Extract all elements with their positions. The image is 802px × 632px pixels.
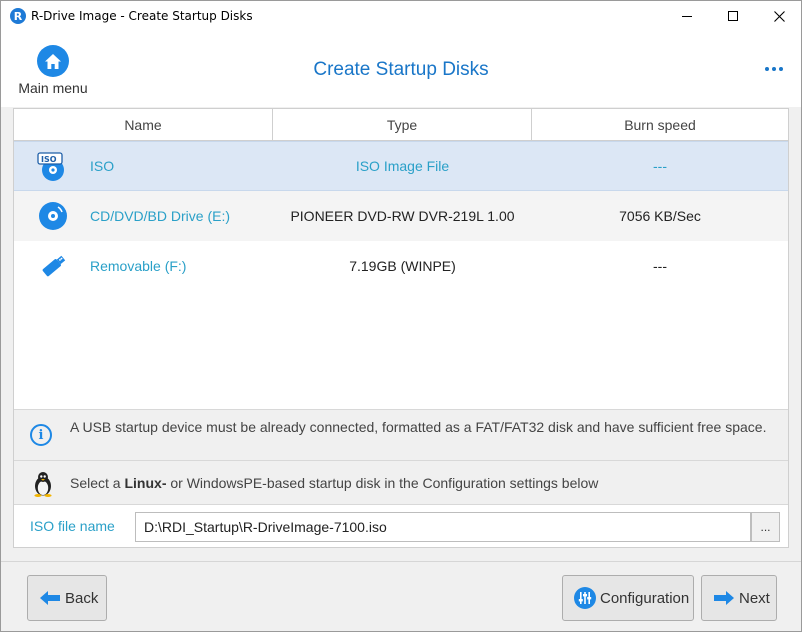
row-type: PIONEER DVD-RW DVR-219L 1.00 xyxy=(290,208,515,224)
svg-text:ISO: ISO xyxy=(41,155,57,164)
disk-panel: Name Type Burn speed ISO ISO ISO Image F… xyxy=(13,108,789,548)
linux-notice-bold: Linux- xyxy=(124,475,167,491)
settings-sliders-icon xyxy=(574,587,596,609)
more-options-button[interactable] xyxy=(759,57,789,81)
column-header-type[interactable]: Type xyxy=(273,109,532,140)
more-dots-icon xyxy=(772,67,776,71)
maximize-button[interactable] xyxy=(710,1,756,31)
iso-disc-icon: ISO xyxy=(36,151,70,183)
row-burn-speed: 7056 KB/Sec xyxy=(619,208,701,224)
window-title: R-Drive Image - Create Startup Disks xyxy=(31,9,253,23)
iso-file-label: ISO file name xyxy=(30,518,115,534)
close-icon xyxy=(773,10,785,22)
maximize-icon xyxy=(728,11,738,21)
iso-file-input[interactable] xyxy=(135,512,751,542)
linux-notice-prefix: Select a xyxy=(70,475,125,491)
row-name: Removable (F:) xyxy=(90,258,187,274)
minimize-icon xyxy=(682,15,692,17)
arrow-left-icon xyxy=(39,590,61,606)
arrow-right-icon xyxy=(713,590,735,606)
row-burn-speed: --- xyxy=(653,258,667,274)
browse-button[interactable]: ... xyxy=(751,512,780,542)
configuration-button[interactable]: Configuration xyxy=(562,575,694,621)
info-icon: i xyxy=(30,424,52,446)
iso-file-bar: ISO file name ... xyxy=(14,505,788,547)
configuration-label: Configuration xyxy=(600,589,690,607)
table-row[interactable]: Removable (F:) 7.19GB (WINPE) --- xyxy=(14,241,788,291)
usb-drive-icon xyxy=(36,250,70,282)
back-button[interactable]: Back xyxy=(27,575,107,621)
table-header: Name Type Burn speed xyxy=(14,109,788,141)
disk-list: ISO ISO ISO Image File --- CD/DVD/BD Dri… xyxy=(14,141,788,291)
linux-notice-text: Select a Linux- or WindowsPE-based start… xyxy=(70,475,598,491)
optical-disc-icon xyxy=(36,200,70,232)
usb-notice-bar: i A USB startup device must be already c… xyxy=(14,409,788,461)
row-name: ISO xyxy=(90,158,115,174)
more-dots-icon xyxy=(765,67,769,71)
close-button[interactable] xyxy=(756,1,802,31)
app-window: R R-Drive Image - Create Startup Disks M… xyxy=(0,0,802,632)
row-burn-speed: --- xyxy=(653,158,667,174)
footer-divider xyxy=(1,561,801,562)
main-menu-label: Main menu xyxy=(18,80,88,96)
back-label: Back xyxy=(65,589,99,607)
usb-notice-text: A USB startup device must be already con… xyxy=(70,419,767,435)
row-type: ISO Image File xyxy=(355,158,450,174)
linux-notice-bar: Select a Linux- or WindowsPE-based start… xyxy=(14,461,788,505)
column-header-name[interactable]: Name xyxy=(14,109,273,140)
table-row[interactable]: CD/DVD/BD Drive (E:) PIONEER DVD-RW DVR-… xyxy=(14,191,788,241)
page-title: Create Startup Disks xyxy=(313,59,489,80)
next-label: Next xyxy=(739,589,770,607)
row-type: 7.19GB (WINPE) xyxy=(349,258,456,274)
linux-penguin-icon xyxy=(31,471,55,497)
next-button[interactable]: Next xyxy=(701,575,777,621)
linux-notice-suffix: or WindowsPE-based startup disk in the C… xyxy=(166,475,599,491)
table-row[interactable]: ISO ISO ISO Image File --- xyxy=(14,141,788,191)
app-logo-icon: R xyxy=(10,8,26,24)
column-header-burn-speed[interactable]: Burn speed xyxy=(532,109,788,140)
header: Main menu Create Startup Disks xyxy=(1,31,801,107)
minimize-button[interactable] xyxy=(664,1,710,31)
title-bar: R R-Drive Image - Create Startup Disks xyxy=(1,1,801,31)
more-dots-icon xyxy=(779,67,783,71)
row-name: CD/DVD/BD Drive (E:) xyxy=(90,208,231,224)
